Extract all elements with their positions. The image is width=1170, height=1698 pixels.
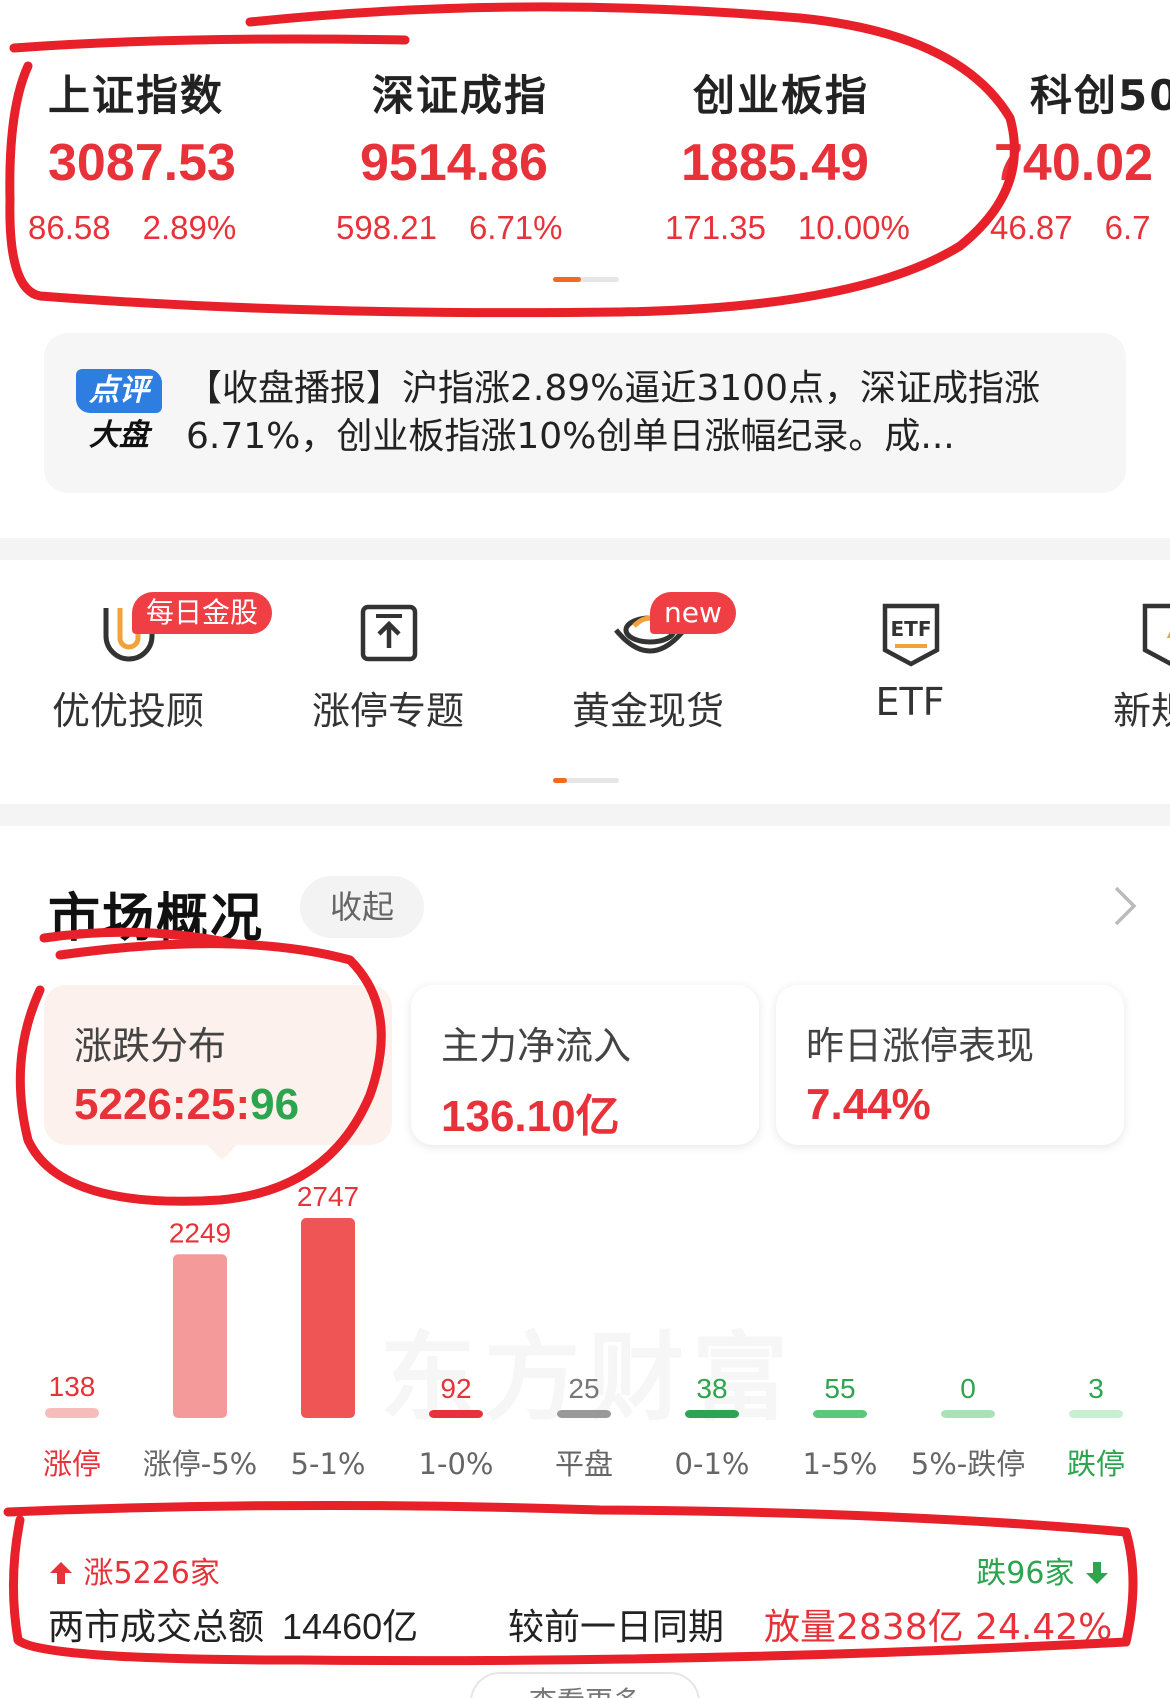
distribution-bar [173,1254,227,1418]
index-card-sse[interactable]: 上证指数 3087.53 86.58 2.89% [28,62,368,247]
bar-category-label: 涨停-5% [143,1447,257,1481]
section-divider [0,804,1170,826]
distribution-bar [429,1410,483,1418]
index-name: 创业板指 [693,71,870,120]
new-badge: new [650,592,736,634]
entry-label: 涨停专题 [311,689,464,733]
entry-label: 黄金现货 [571,689,724,733]
entry-youyou-advisor[interactable]: 每日金股 优优投顾 [18,560,273,735]
decliners-count: 跌96家 [976,1548,1110,1592]
entry-limit-up-topic[interactable]: 涨停专题 [278,560,498,735]
distribution-bar [1069,1410,1123,1418]
entry-label: 新规风 [1112,689,1170,733]
index-card-star50[interactable]: 科创50 740.02 46.87 6.7 [990,62,1170,247]
news-banner[interactable]: 点评 大盘 【收盘播报】沪指涨2.89%逼近3100点，深证成指涨6.71%，创… [44,333,1126,493]
turnover-row: 两市成交总额 14460亿 较前一日同期 放量2838亿 24.42% [48,1598,1138,1650]
bar-value-label: 25 [568,1373,599,1404]
arrow-up-icon [50,1562,72,1584]
distribution-bar [941,1410,995,1418]
distribution-bar [301,1218,355,1418]
entry-page-indicator [553,778,619,783]
etf-shield-icon: ETF [882,603,940,667]
distribution-bar [557,1410,611,1418]
index-page-indicator [553,277,619,282]
bar-category-label: 跌停 [1067,1447,1125,1481]
bar-value-label: 0 [960,1373,976,1404]
arrow-down-icon [1086,1562,1108,1584]
bar-category-label: 5-1% [291,1447,366,1481]
total-turnover-value: 14460亿 [282,1606,419,1647]
bar-value-label: 138 [49,1371,96,1402]
turnover-summary[interactable]: 涨5226家 跌96家 两市成交总额 14460亿 较前一日同期 放量2838亿 … [0,1530,1170,1650]
index-name: 上证指数 [48,71,225,120]
entry-new-rules[interactable]: 新规风 [1060,560,1170,735]
distribution-bar [813,1410,867,1418]
index-value: 3087.53 [48,134,236,192]
news-text: 【收盘播报】沪指涨2.89%逼近3100点，深证成指涨6.71%，创业板指涨10… [186,368,1040,457]
stat-card-net-inflow[interactable]: 主力净流入 136.10亿 [411,985,759,1145]
bar-category-label: 涨停 [43,1447,101,1481]
index-change: 46.87 6.7 [990,209,1151,246]
bar-category-label: 0-1% [675,1447,750,1481]
index-card-chinext[interactable]: 创业板指 1885.49 171.35 10.00% [665,62,1013,247]
total-turnover-label: 两市成交总额 [48,1607,265,1648]
compare-label: 较前一日同期 [508,1607,725,1648]
bar-value-label: 3 [1088,1373,1104,1404]
index-change: 171.35 10.00% [665,209,910,246]
shield-icon [1142,603,1170,667]
bar-value-label: 2249 [169,1217,231,1248]
compare-value: 放量2838亿 24.42% [764,1607,1113,1648]
index-card-szse[interactable]: 深证成指 9514.86 598.21 6.71% [336,62,692,247]
entry-label: 优优投顾 [51,689,204,733]
bar-category-label: 5%-跌停 [911,1447,1025,1481]
market-overview-title: 市场概况 [48,889,265,949]
view-more-button[interactable]: 查看更多 [470,1672,700,1698]
advancers-count: 涨5226家 [48,1548,220,1592]
bar-category-label: 平盘 [555,1447,613,1481]
stat-label: 主力净流入 [441,1024,632,1068]
index-name: 深证成指 [372,71,549,120]
entry-etf[interactable]: ETF ETF [800,560,1020,724]
stat-label: 涨跌分布 [74,1024,227,1068]
distribution-bar [45,1407,99,1418]
index-change: 598.21 6.71% [336,209,563,246]
daily-gold-stock-badge: 每日金股 [132,592,273,634]
bar-value-label: 92 [440,1373,471,1404]
bar-value-label: 55 [824,1373,855,1404]
active-card-pointer [206,1144,238,1160]
stat-card-yesterday-limit-up[interactable]: 昨日涨停表现 7.44% [776,985,1124,1145]
index-value: 1885.49 [681,134,869,192]
entry-gold-spot[interactable]: new 黄金现货 [538,560,758,735]
review-logo-icon: 点评 大盘 [76,369,162,459]
stat-value: 5226:25:96 [74,1080,300,1129]
index-value: 740.02 [994,134,1154,192]
index-strip[interactable]: 上证指数 3087.53 86.58 2.89% 深证成指 9514.86 598… [0,0,1170,300]
index-value: 9514.86 [360,134,548,192]
bar-value-label: 2747 [297,1181,359,1212]
index-name: 科创50 [1030,71,1170,120]
bar-category-label: 1-5% [803,1447,878,1481]
upload-arrow-icon [360,604,418,662]
section-divider [0,538,1170,560]
bar-value-label: 38 [696,1373,727,1404]
stat-value: 136.10亿 [441,1092,620,1141]
svg-text:ETF: ETF [891,617,932,641]
quick-entry-row[interactable]: 每日金股 优优投顾 涨停专题 new 黄金现货 ETF ETF 新规 [0,560,1170,800]
stat-label: 昨日涨停表现 [806,1024,1035,1068]
distribution-chart[interactable]: 138 涨停 2249 涨停-5% 2747 5-1% 92 1-0% 25 平盘 38 0-1% 55… [0,1170,1170,1490]
index-change: 86.58 2.89% [28,209,237,246]
chevron-right-icon[interactable] [1112,884,1138,928]
stat-card-distribution[interactable]: 涨跌分布 5226:25:96 [44,985,392,1145]
collapse-button[interactable]: 收起 [300,876,424,938]
stat-value: 7.44% [806,1080,931,1129]
bar-category-label: 1-0% [419,1447,494,1481]
entry-label: ETF [875,680,945,724]
distribution-bar [685,1410,739,1418]
